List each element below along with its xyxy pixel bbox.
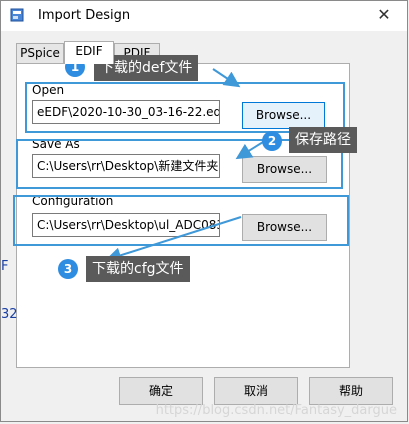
ok-button[interactable]: 确定 (119, 377, 203, 405)
annotation-badge-3: 3 (58, 259, 78, 279)
help-button[interactable]: 帮助 (309, 377, 393, 405)
watermark: https://blog.csdn.net/Fantasy_dargue (155, 403, 397, 418)
tab-edif[interactable]: EDIF (64, 41, 114, 64)
arrow-3 (105, 216, 242, 263)
annotation-callout-2: 保存路径 (289, 127, 357, 153)
cancel-button[interactable]: 取消 (214, 377, 298, 405)
import-design-window: Import Design ✕ PSpice EDIF PDIF Open eE… (0, 0, 408, 422)
annotation-callout-3: 下载的cfg文件 (86, 256, 190, 282)
background-fragment-32: 32 (1, 307, 18, 322)
arrow-2 (235, 141, 264, 160)
arrow-1 (212, 68, 241, 88)
annotation-badge-2: 2 (262, 131, 282, 151)
annotation-arrows (105, 68, 264, 263)
background-fragment-f: F (1, 259, 9, 274)
